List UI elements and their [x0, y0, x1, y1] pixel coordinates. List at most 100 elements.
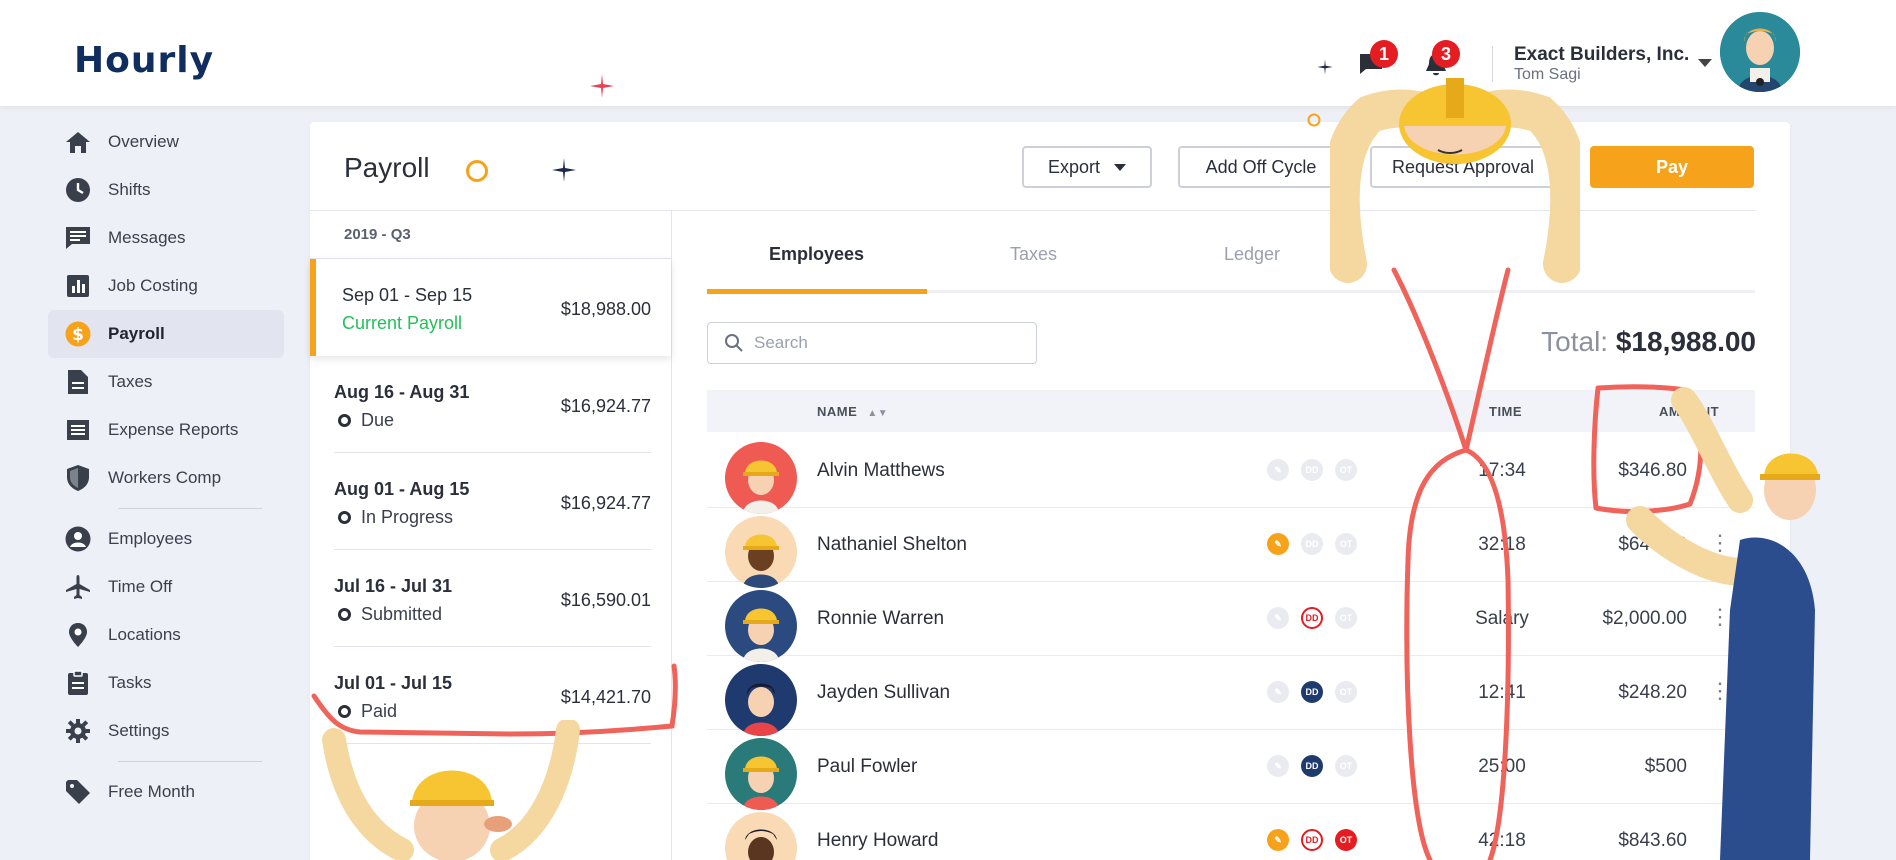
table-header: NAME ▲▼ TIME AMOUNT	[707, 390, 1755, 432]
sidebar-item-payroll[interactable]: $ Payroll	[48, 310, 284, 358]
period-item-current[interactable]: Sep 01 - Sep 15 Current Payroll $18,988.…	[310, 259, 671, 356]
sidebar-item-expense-reports[interactable]: Expense Reports	[48, 406, 284, 454]
direct-deposit-icon: DD	[1301, 681, 1323, 703]
table-row[interactable]: Paul Fowler ✎ DD OT 25:00 $500	[707, 730, 1755, 810]
column-time-header[interactable]: TIME	[1489, 404, 1522, 419]
employee-name[interactable]: Henry Howard	[817, 830, 938, 852]
row-menu-icon[interactable]: ⋮	[1709, 530, 1731, 556]
sidebar-item-workers-comp[interactable]: Workers Comp	[48, 454, 284, 502]
tab-taxes[interactable]: Taxes	[1010, 244, 1057, 265]
table-row[interactable]: Jayden Sullivan ✎ DD OT 12:41 $248.20 ⋮	[707, 656, 1755, 736]
period-status-label: Paid	[361, 701, 398, 721]
clipboard-icon	[64, 669, 92, 697]
sidebar-item-label: Tasks	[108, 673, 152, 692]
employee-name[interactable]: Ronnie Warren	[817, 608, 944, 630]
user-icon	[64, 525, 92, 553]
sidebar-item-label: Workers Comp	[108, 468, 222, 487]
tab-employees[interactable]: Employees	[769, 244, 864, 265]
total-value: $18,988.00	[1615, 326, 1756, 357]
home-icon	[64, 128, 92, 156]
period-item[interactable]: Aug 16 - Aug 31 Due $16,924.77	[334, 356, 651, 453]
employee-name[interactable]: Alvin Matthews	[817, 460, 945, 482]
chevron-down-icon	[1114, 163, 1127, 171]
export-button-label: Export	[1047, 156, 1101, 177]
sidebar-item-taxes[interactable]: Taxes	[48, 358, 284, 406]
sidebar-item-messages[interactable]: Messages	[48, 214, 284, 262]
sidebar-item-overview[interactable]: Overview	[48, 118, 284, 166]
search-input[interactable]: Search	[707, 322, 1037, 364]
sidebar-item-label: Messages	[108, 228, 186, 247]
edit-icon[interactable]: ✎	[1267, 607, 1289, 629]
sidebar-item-shifts[interactable]: Shifts	[48, 166, 284, 214]
period-status-label: In Progress	[361, 507, 454, 527]
period-item[interactable]: Aug 01 - Aug 15 In Progress $16,924.77	[334, 453, 651, 550]
company-name[interactable]: Exact Builders, Inc.	[1514, 44, 1689, 66]
edit-icon[interactable]: ✎	[1267, 829, 1289, 851]
sidebar-item-tasks[interactable]: Tasks	[48, 659, 284, 707]
period-range: Jul 16 - Jul 31	[334, 576, 453, 596]
period-amount: $18,988.00	[560, 299, 651, 319]
row-amount: $643.50	[1618, 534, 1687, 555]
pay-button[interactable]: Pay	[1590, 146, 1754, 188]
table-row[interactable]: Nathaniel Shelton ✎ DD OT 32:18 $643.50 …	[707, 508, 1755, 588]
status-ring-icon	[338, 608, 351, 621]
row-amount: $843.60	[1618, 830, 1687, 851]
export-button[interactable]: Export	[1022, 146, 1152, 188]
sidebar-item-label: Time Off	[108, 577, 173, 596]
sidebar-item-employees[interactable]: Employees	[48, 515, 284, 563]
header-divider	[1492, 46, 1493, 82]
message-icon	[64, 224, 92, 252]
status-ring-icon	[338, 705, 351, 718]
user-avatar[interactable]	[1720, 12, 1800, 92]
sidebar-item-label: Taxes	[108, 372, 153, 391]
tab-ledger[interactable]: Ledger	[1224, 244, 1280, 265]
sidebar-item-job-costing[interactable]: Job Costing	[48, 262, 284, 310]
no-direct-deposit-icon: DD	[1301, 607, 1323, 629]
column-amount-header[interactable]: AMOUNT	[1659, 404, 1719, 419]
sidebar-item-label: Free Month	[108, 782, 195, 801]
employee-name[interactable]: Jayden Sullivan	[817, 682, 950, 704]
period-range: Aug 16 - Aug 31	[334, 382, 470, 402]
top-bar: Hourly 1 3 Exact Builders, Inc. Tom Sagi	[0, 0, 1896, 106]
period-amount: $14,421.70	[560, 687, 651, 707]
sidebar-item-time-off[interactable]: Time Off	[48, 563, 284, 611]
row-menu-icon[interactable]: ⋮	[1709, 678, 1731, 704]
period-amount: $16,924.77	[560, 493, 651, 513]
sidebar-item-label: Overview	[108, 132, 179, 151]
row-amount: $248.20	[1618, 682, 1687, 703]
avatar	[725, 442, 797, 514]
active-tab-indicator	[707, 289, 927, 294]
edit-icon[interactable]: ✎	[1267, 755, 1289, 777]
quarter-label: 2019 - Q3	[310, 211, 671, 259]
sidebar-item-settings[interactable]: Settings	[48, 707, 284, 755]
app-logo[interactable]: Hourly	[74, 40, 214, 81]
table-row[interactable]: Alvin Matthews ✎ DD OT 17:34 $346.80	[707, 434, 1755, 514]
row-time: 25:00	[1478, 756, 1526, 777]
table-row[interactable]: Henry Howard ✎ DD OT 42:18 $843.60	[707, 804, 1755, 860]
add-off-cycle-button[interactable]: Add Off Cycle	[1178, 146, 1344, 188]
sidebar-item-label: Shifts	[108, 180, 151, 199]
total-label: Total:	[1541, 326, 1609, 357]
status-ring-icon	[338, 414, 351, 427]
column-name-header[interactable]: NAME ▲▼	[817, 404, 888, 419]
edit-icon[interactable]: ✎	[1267, 533, 1289, 555]
account-dropdown-icon[interactable]	[1698, 59, 1712, 67]
row-menu-icon[interactable]: ⋮	[1709, 604, 1731, 630]
edit-icon[interactable]: ✎	[1267, 459, 1289, 481]
edit-icon[interactable]: ✎	[1267, 681, 1289, 703]
search-placeholder: Search	[754, 333, 808, 352]
period-item[interactable]: Jul 01 - Jul 15 Paid $14,421.70	[334, 647, 651, 744]
employee-name[interactable]: Paul Fowler	[817, 756, 917, 778]
employee-name[interactable]: Nathaniel Shelton	[817, 534, 967, 556]
clock-icon	[64, 176, 92, 204]
period-item[interactable]: Jul 16 - Jul 31 Submitted $16,590.01	[334, 550, 651, 647]
sidebar-item-locations[interactable]: Locations	[48, 611, 284, 659]
total-amount: Total: $18,988.00	[1541, 326, 1756, 358]
row-amount: $346.80	[1618, 460, 1687, 481]
overtime-icon: OT	[1335, 533, 1357, 555]
period-amount: $16,924.77	[560, 396, 651, 416]
sidebar-item-free-month[interactable]: Free Month	[48, 768, 284, 816]
table-row[interactable]: Ronnie Warren ✎ DD OT Salary $2,000.00 ⋮	[707, 582, 1755, 662]
request-approval-button[interactable]: Request Approval	[1370, 146, 1556, 188]
page-title: Payroll	[344, 152, 430, 183]
